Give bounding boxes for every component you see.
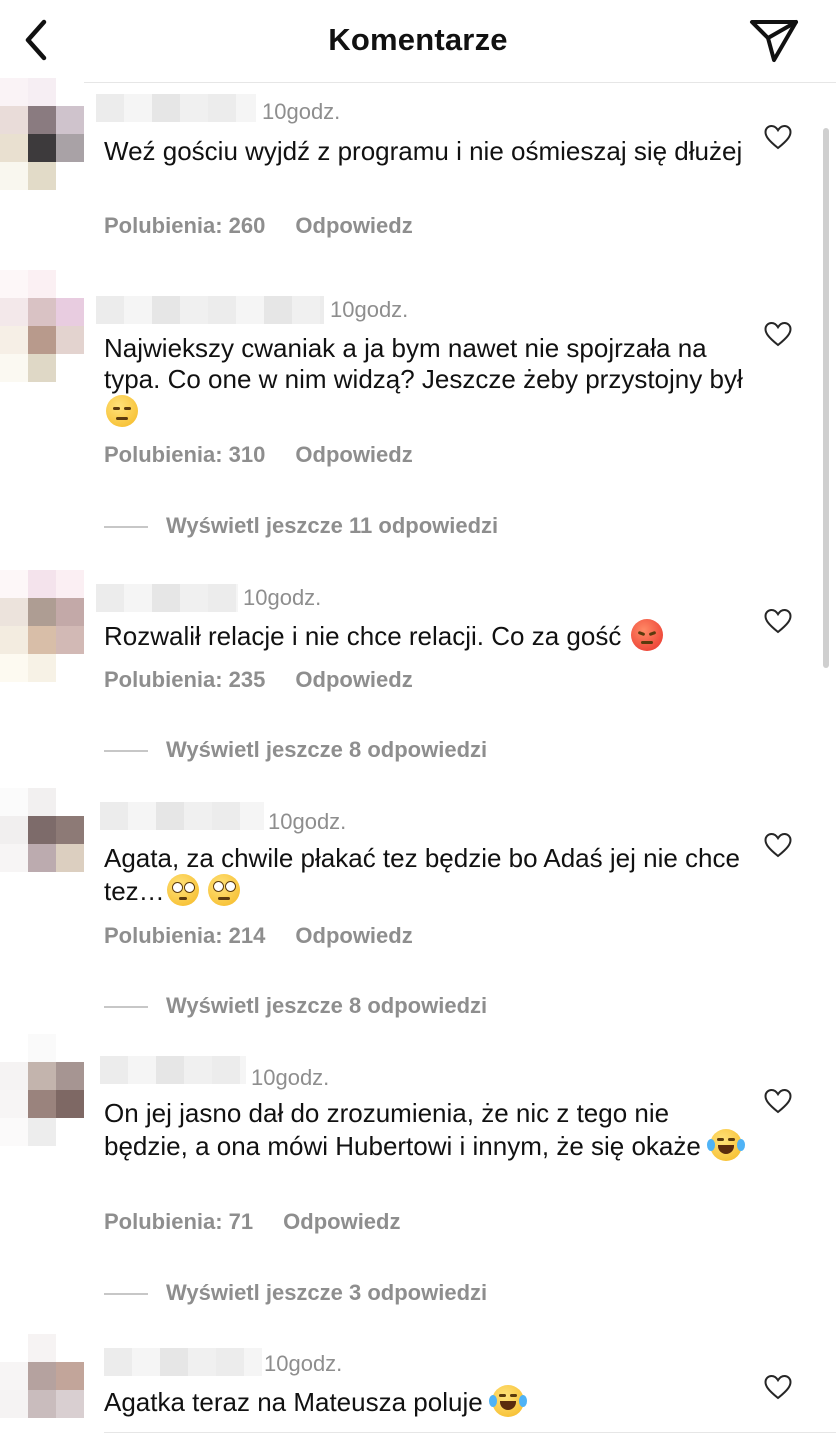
comment-text-body: Agata, za chwile płakać tez będzie bo Ad…	[104, 843, 740, 906]
heart-icon[interactable]	[764, 1088, 792, 1114]
heart-icon[interactable]	[764, 832, 792, 858]
likes-count[interactable]: Polubienia: 310	[104, 442, 265, 467]
divider-line	[104, 1293, 148, 1295]
comment-time: 10godz.	[262, 99, 341, 124]
view-more-replies[interactable]: Wyświetl jeszcze 8 odpowiedzi	[104, 736, 487, 764]
username[interactable]	[100, 802, 264, 830]
comment-text: Weź gościu wyjdź z programu i nie ośmies…	[104, 136, 744, 167]
comment-time: 10godz.	[330, 297, 409, 322]
comment-time: 10godz.	[243, 585, 322, 610]
reply-button[interactable]: Odpowiedz	[295, 442, 412, 467]
comment-time: 10godz.	[251, 1065, 330, 1090]
reply-button[interactable]: Odpowiedz	[295, 923, 412, 948]
avatar[interactable]	[0, 1334, 84, 1446]
pouting-face-emoji	[630, 619, 663, 651]
share-button[interactable]	[748, 16, 800, 64]
comment-text-body: Najwiekszy cwaniak a ja bym nawet nie sp…	[104, 333, 743, 394]
face-with-rolling-eyes-emoji	[207, 874, 240, 906]
scrollbar[interactable]	[823, 128, 829, 668]
comment-meta: Polubienia: 214 Odpowiedz	[104, 922, 413, 950]
view-more-replies-label: Wyświetl jeszcze 11 odpowiedzi	[166, 513, 499, 538]
likes-count[interactable]: Polubienia: 214	[104, 923, 265, 948]
likes-count[interactable]: Polubienia: 71	[104, 1209, 253, 1234]
comment-meta: Polubienia: 235 Odpowiedz	[104, 666, 413, 694]
reply-button[interactable]: Odpowiedz	[295, 667, 412, 692]
comment-time: 10godz.	[268, 809, 347, 834]
reply-button[interactable]: Odpowiedz	[295, 213, 412, 238]
reply-button[interactable]: Odpowiedz	[283, 1209, 400, 1234]
view-more-replies-label: Wyświetl jeszcze 8 odpowiedzi	[166, 993, 488, 1018]
view-more-replies[interactable]: Wyświetl jeszcze 8 odpowiedzi	[104, 992, 487, 1020]
likes-count[interactable]: Polubienia: 235	[104, 667, 265, 692]
comment-meta: Polubienia: 310 Odpowiedz	[104, 441, 413, 469]
heart-icon[interactable]	[764, 1374, 792, 1400]
comment-text: Agata, za chwile płakać tez będzie bo Ad…	[104, 843, 744, 907]
likes-count[interactable]: Polubienia: 260	[104, 213, 265, 238]
username[interactable]	[100, 1056, 246, 1084]
avatar[interactable]	[0, 570, 84, 682]
comment-text-body: Agatka teraz na Mateusza poluje	[104, 1387, 483, 1417]
page-title: Komentarze	[328, 22, 508, 57]
comment-text: Agatka teraz na Mateusza poluje	[104, 1385, 744, 1418]
username[interactable]	[96, 94, 256, 122]
view-more-replies[interactable]: Wyświetl jeszcze 11 odpowiedzi	[104, 512, 498, 540]
username[interactable]	[96, 296, 324, 324]
comment-text-body: On jej jasno dał do zrozumienia, że nic …	[104, 1098, 701, 1161]
comment-text-body: Weź gościu wyjdź z programu i nie ośmies…	[104, 136, 743, 166]
comment-time: 10godz.	[264, 1351, 343, 1376]
divider-line	[104, 526, 148, 528]
face-with-tears-of-joy-emoji	[488, 1385, 527, 1417]
username[interactable]	[96, 584, 238, 612]
flushed-face-emoji	[166, 874, 199, 906]
avatar[interactable]	[0, 788, 84, 900]
paper-plane-icon	[750, 20, 798, 62]
avatar[interactable]	[0, 78, 84, 190]
view-more-replies[interactable]: Wyświetl jeszcze 3 odpowiedzi	[104, 1279, 487, 1307]
comment-meta: Polubienia: 260 Odpowiedz	[104, 212, 413, 240]
comment-text: Najwiekszy cwaniak a ja bym nawet nie sp…	[104, 333, 744, 428]
heart-icon[interactable]	[764, 608, 792, 634]
unamused-face-emoji	[106, 395, 138, 427]
heart-icon[interactable]	[764, 124, 792, 150]
comment-text-body: Rozwalił relacje i nie chce relacji. Co …	[104, 621, 622, 651]
avatar[interactable]	[0, 270, 84, 382]
username[interactable]	[104, 1348, 262, 1376]
divider-line	[104, 1432, 836, 1433]
comment-text: On jej jasno dał do zrozumienia, że nic …	[104, 1098, 746, 1162]
divider-line	[104, 1006, 148, 1008]
comment-meta: Polubienia: 71 Odpowiedz	[104, 1208, 400, 1236]
view-more-replies-label: Wyświetl jeszcze 3 odpowiedzi	[166, 1280, 488, 1305]
face-with-tears-of-joy-emoji	[707, 1129, 746, 1161]
view-more-replies-label: Wyświetl jeszcze 8 odpowiedzi	[166, 737, 488, 762]
divider-line	[104, 750, 148, 752]
avatar[interactable]	[0, 1034, 84, 1146]
header-bar: Komentarze	[0, 0, 836, 83]
heart-icon[interactable]	[764, 321, 792, 347]
comment-text: Rozwalił relacje i nie chce relacji. Co …	[104, 619, 744, 652]
